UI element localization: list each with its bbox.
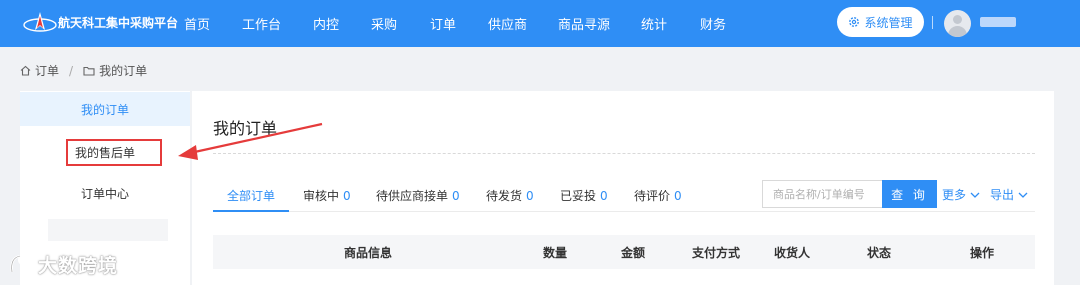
nav-orders[interactable]: 订单	[430, 14, 456, 33]
tab-reviewing[interactable]: 审核中 0	[303, 187, 351, 204]
title-divider	[213, 153, 1035, 154]
column-header-actions: 操作	[970, 246, 995, 260]
search-input[interactable]	[762, 180, 882, 208]
tab-awaiting-shipment[interactable]: 待发货 0	[486, 187, 534, 204]
chevron-down-icon	[970, 192, 980, 198]
nav-workbench[interactable]: 工作台	[242, 14, 281, 33]
export-button[interactable]: 导出	[990, 186, 1028, 203]
tabs-baseline	[213, 211, 1035, 212]
nav-home[interactable]: 首页	[184, 14, 210, 33]
nav-sourcing[interactable]: 商品寻源	[558, 14, 610, 33]
brand-title: 航天科工集中采购平台	[58, 16, 179, 30]
tab-count: 0	[452, 189, 460, 203]
nav-finance[interactable]: 财务	[700, 14, 726, 33]
tab-count: 0	[674, 189, 682, 203]
nav-supplier[interactable]: 供应商	[488, 14, 527, 33]
watermark-text: 大数跨境	[38, 255, 119, 277]
column-header-amount: 金额	[621, 246, 646, 260]
search-button[interactable]: 查 询	[882, 180, 937, 208]
column-header-status: 状态	[867, 246, 892, 260]
sidebar-item-order-center[interactable]: 订单中心	[20, 176, 190, 210]
header-divider	[932, 16, 933, 29]
sidebar-item-my-orders[interactable]: 我的订单	[20, 92, 190, 126]
top-navbar: 航天科工集中采购平台 首页 工作台 内控 采购 订单 供应商 商品寻源 统计 财…	[0, 0, 1080, 47]
column-header-quantity: 数量	[543, 246, 568, 260]
nav-statistics[interactable]: 统计	[641, 14, 667, 33]
tab-awaiting-review[interactable]: 待评价 0	[634, 187, 682, 204]
breadcrumb-orders[interactable]: 订单	[35, 62, 59, 79]
column-header-payment: 支付方式	[692, 246, 741, 260]
annotation-highlight-box	[66, 139, 162, 166]
more-filters-button[interactable]: 更多	[942, 186, 980, 203]
chevron-down-icon	[1018, 192, 1028, 198]
breadcrumb: 订单 / 我的订单	[20, 62, 147, 79]
casic-logo-icon	[23, 12, 57, 32]
breadcrumb-separator: /	[69, 63, 74, 78]
tab-delivered[interactable]: 已妥投 0	[560, 187, 608, 204]
system-management-button[interactable]: 系统管理	[837, 7, 924, 37]
breadcrumb-current: 我的订单	[99, 64, 148, 78]
tab-count: 0	[343, 189, 351, 203]
page-title: 我的订单	[213, 119, 278, 138]
column-header-recipient: 收货人	[774, 246, 811, 260]
watermark-logo-icon	[10, 254, 35, 273]
username-blurred[interactable]	[980, 17, 1016, 27]
tab-count: 0	[526, 189, 534, 203]
tab-all-orders[interactable]: 全部订单	[227, 187, 275, 204]
system-management-label: 系统管理	[864, 15, 913, 30]
tab-awaiting-supplier[interactable]: 待供应商接单 0	[376, 187, 460, 204]
nav-internal-control[interactable]: 内控	[313, 14, 339, 33]
active-tab-indicator	[213, 210, 289, 212]
sidebar-placeholder	[48, 219, 168, 241]
gear-icon	[849, 17, 860, 27]
folder-icon	[83, 66, 95, 76]
nav-procurement[interactable]: 采购	[371, 14, 397, 33]
avatar[interactable]	[944, 10, 971, 37]
column-header-product: 商品信息	[344, 246, 393, 260]
home-icon[interactable]	[20, 65, 31, 76]
tab-count: 0	[600, 189, 608, 203]
